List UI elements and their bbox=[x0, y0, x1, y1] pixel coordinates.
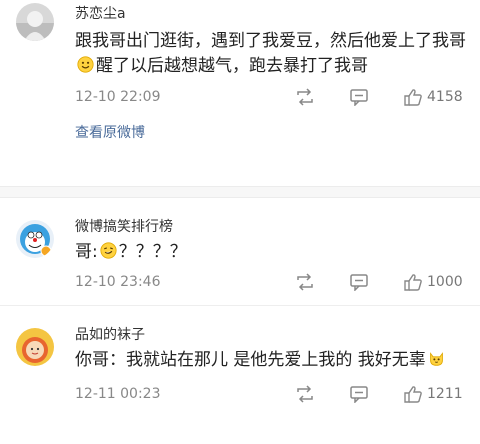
grin-emoji bbox=[100, 242, 117, 259]
username[interactable]: 微博搞笑排行榜 bbox=[75, 218, 466, 236]
smiley-emoji bbox=[77, 56, 94, 73]
comment-feed: 苏恋尘a 跟我哥出门逛街，遇到了我爱豆，然后他爱上了我哥醒了以后越想越气，跑去暴… bbox=[0, 0, 480, 444]
like-count: 1000 bbox=[427, 274, 463, 290]
comment-text-part: 醒了以后越想越气，跑去暴打了我哥 bbox=[96, 56, 368, 76]
thumbs-up-icon bbox=[404, 386, 422, 403]
comment-text-part: 跟我哥出门逛街，遇到了我爱豆，然后他爱上了我哥 bbox=[75, 31, 466, 51]
repost-icon bbox=[297, 88, 313, 106]
comment-text: 你哥：我就站在那儿 是他先爱上我的 我好无辜 bbox=[75, 348, 466, 373]
comment-icon bbox=[350, 386, 368, 403]
username[interactable]: 品如的袜子 bbox=[75, 326, 466, 344]
comment-button[interactable] bbox=[349, 273, 369, 291]
comment-icon bbox=[350, 274, 368, 291]
timestamp: 12-10 23:46 bbox=[75, 274, 161, 290]
repost-button[interactable] bbox=[295, 273, 315, 291]
thumbs-up-icon bbox=[404, 89, 422, 106]
comment-text: 哥: ？？？？ bbox=[75, 240, 466, 265]
comment-text-part: 你哥：我就站在那儿 是他先爱上我的 我好无辜 bbox=[75, 350, 426, 370]
repost-button[interactable] bbox=[295, 88, 315, 106]
comment-text-part: ？？？？ bbox=[118, 242, 187, 262]
comment-button[interactable] bbox=[349, 385, 369, 403]
cat-emoji bbox=[429, 352, 443, 366]
repost-icon bbox=[297, 385, 313, 403]
comment-text-part: 哥: bbox=[75, 242, 98, 262]
comment-card: 微博搞笑排行榜 哥: ？？？？ 12-10 23:46 1000 bbox=[0, 198, 480, 305]
comment-text: 跟我哥出门逛街，遇到了我爱豆，然后他爱上了我哥醒了以后越想越气，跑去暴打了我哥 bbox=[75, 29, 466, 79]
repost-button[interactable] bbox=[295, 385, 315, 403]
like-button[interactable]: 1000 bbox=[403, 273, 463, 291]
like-button[interactable]: 4158 bbox=[403, 88, 463, 106]
section-divider bbox=[0, 186, 480, 198]
like-button[interactable]: 1211 bbox=[403, 385, 463, 403]
comment-button[interactable] bbox=[349, 88, 369, 106]
comment-card: 苏恋尘a 跟我哥出门逛街，遇到了我爱豆，然后他爱上了我哥醒了以后越想越气，跑去暴… bbox=[0, 0, 480, 186]
repost-icon bbox=[297, 273, 313, 291]
comment-icon bbox=[350, 89, 368, 106]
thumbs-up-icon bbox=[404, 274, 422, 291]
comment-card: 品如的袜子 你哥：我就站在那儿 是他先爱上我的 我好无辜 12-11 00:23… bbox=[0, 306, 480, 442]
view-original-link[interactable]: 查看原微博 bbox=[75, 124, 466, 142]
like-count: 1211 bbox=[427, 386, 463, 402]
timestamp: 12-10 22:09 bbox=[75, 89, 161, 105]
like-count: 4158 bbox=[427, 89, 463, 105]
username[interactable]: 苏恋尘a bbox=[75, 5, 466, 23]
timestamp: 12-11 00:23 bbox=[75, 386, 161, 402]
